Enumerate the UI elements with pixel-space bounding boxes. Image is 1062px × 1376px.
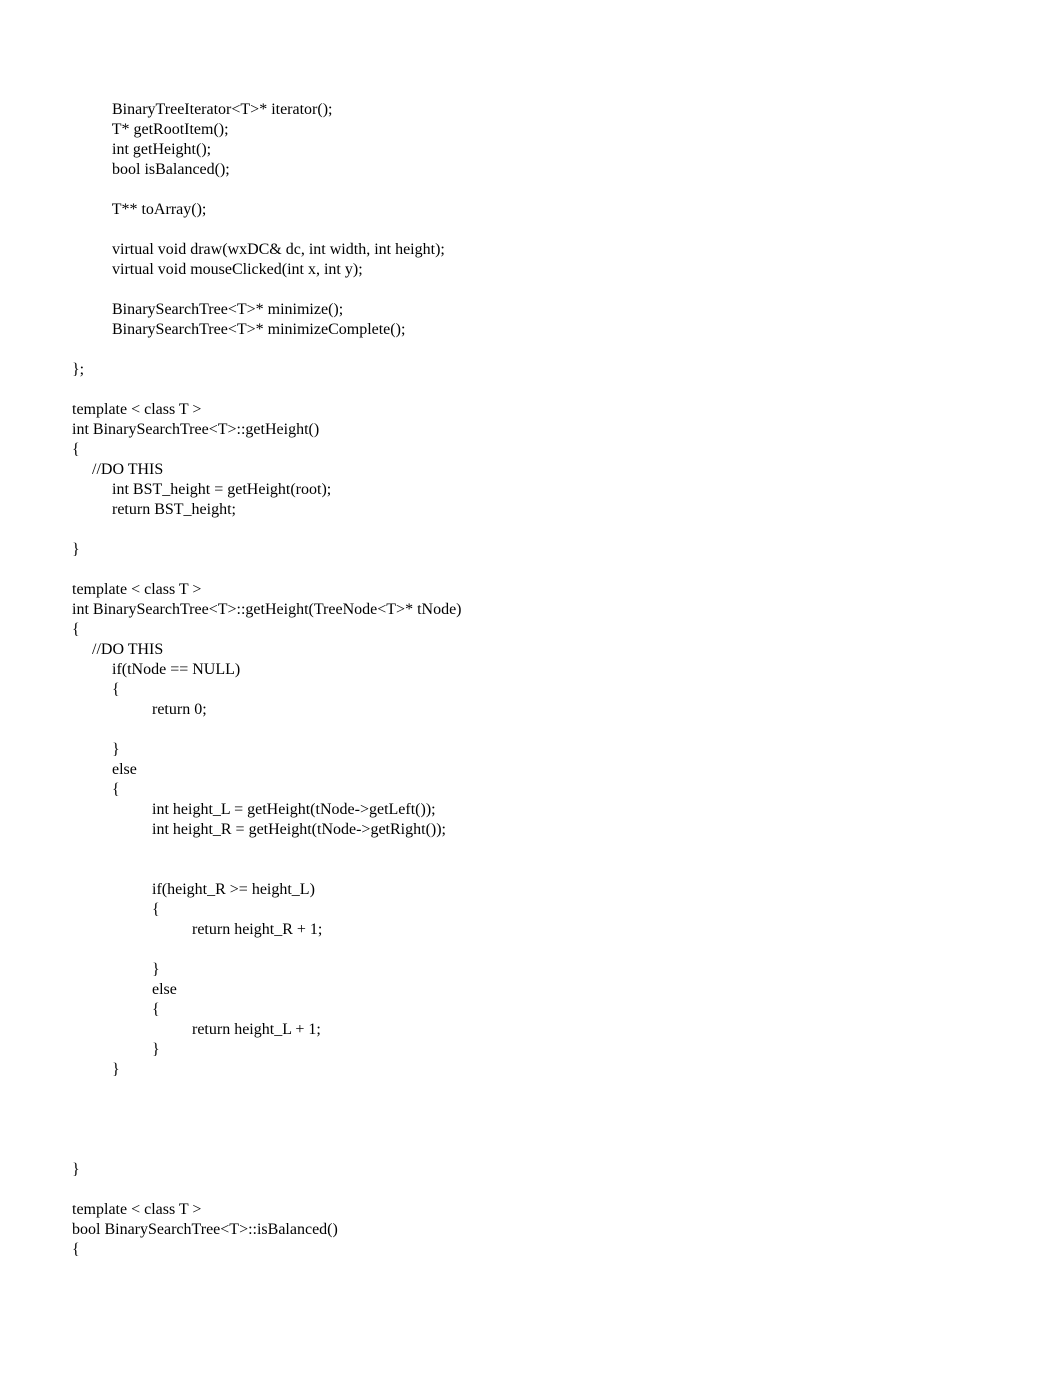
code-line: else bbox=[72, 980, 990, 1000]
code-line: BinarySearchTree<T>* minimizeComplete(); bbox=[72, 320, 990, 340]
code-line: } bbox=[72, 1040, 990, 1060]
code-line: //DO THIS bbox=[72, 640, 990, 660]
code-line: } bbox=[72, 960, 990, 980]
code-line: virtual void mouseClicked(int x, int y); bbox=[72, 260, 990, 280]
code-line: { bbox=[72, 900, 990, 920]
code-line: }; bbox=[72, 360, 990, 380]
code-line bbox=[72, 1100, 990, 1120]
code-line: int BinarySearchTree<T>::getHeight(TreeN… bbox=[72, 600, 990, 620]
code-line bbox=[72, 860, 990, 880]
code-line: { bbox=[72, 780, 990, 800]
code-line: { bbox=[72, 680, 990, 700]
code-line: template < class T > bbox=[72, 400, 990, 420]
code-line: int BST_height = getHeight(root); bbox=[72, 480, 990, 500]
code-line bbox=[72, 720, 990, 740]
code-line: T* getRootItem(); bbox=[72, 120, 990, 140]
code-block: BinaryTreeIterator<T>* iterator(); T* ge… bbox=[72, 100, 990, 1260]
code-line bbox=[72, 560, 990, 580]
code-line bbox=[72, 220, 990, 240]
code-line: int BinarySearchTree<T>::getHeight() bbox=[72, 420, 990, 440]
code-line: } bbox=[72, 1160, 990, 1180]
code-line bbox=[72, 1080, 990, 1100]
code-line: int getHeight(); bbox=[72, 140, 990, 160]
code-line: return height_R + 1; bbox=[72, 920, 990, 940]
code-line: return BST_height; bbox=[72, 500, 990, 520]
code-line: else bbox=[72, 760, 990, 780]
code-line: if(tNode == NULL) bbox=[72, 660, 990, 680]
code-line: { bbox=[72, 620, 990, 640]
code-line: } bbox=[72, 1060, 990, 1080]
code-line: { bbox=[72, 1000, 990, 1020]
code-line: { bbox=[72, 440, 990, 460]
code-line: int height_R = getHeight(tNode->getRight… bbox=[72, 820, 990, 840]
code-line: return height_L + 1; bbox=[72, 1020, 990, 1040]
code-line: { bbox=[72, 1240, 990, 1260]
code-line: T** toArray(); bbox=[72, 200, 990, 220]
code-line: } bbox=[72, 740, 990, 760]
code-line: template < class T > bbox=[72, 1200, 990, 1220]
code-line: BinaryTreeIterator<T>* iterator(); bbox=[72, 100, 990, 120]
code-line bbox=[72, 180, 990, 200]
code-line: //DO THIS bbox=[72, 460, 990, 480]
code-line bbox=[72, 340, 990, 360]
code-line bbox=[72, 1180, 990, 1200]
code-page: BinaryTreeIterator<T>* iterator(); T* ge… bbox=[0, 0, 1062, 1332]
code-line: BinarySearchTree<T>* minimize(); bbox=[72, 300, 990, 320]
code-line: bool BinarySearchTree<T>::isBalanced() bbox=[72, 1220, 990, 1240]
code-line: virtual void draw(wxDC& dc, int width, i… bbox=[72, 240, 990, 260]
code-line bbox=[72, 520, 990, 540]
code-line bbox=[72, 1120, 990, 1140]
code-line bbox=[72, 940, 990, 960]
code-line bbox=[72, 280, 990, 300]
code-line bbox=[72, 1140, 990, 1160]
code-line: if(height_R >= height_L) bbox=[72, 880, 990, 900]
code-line: bool isBalanced(); bbox=[72, 160, 990, 180]
code-line: template < class T > bbox=[72, 580, 990, 600]
code-line: } bbox=[72, 540, 990, 560]
code-line: int height_L = getHeight(tNode->getLeft(… bbox=[72, 800, 990, 820]
code-line: return 0; bbox=[72, 700, 990, 720]
code-line bbox=[72, 840, 990, 860]
code-line bbox=[72, 380, 990, 400]
